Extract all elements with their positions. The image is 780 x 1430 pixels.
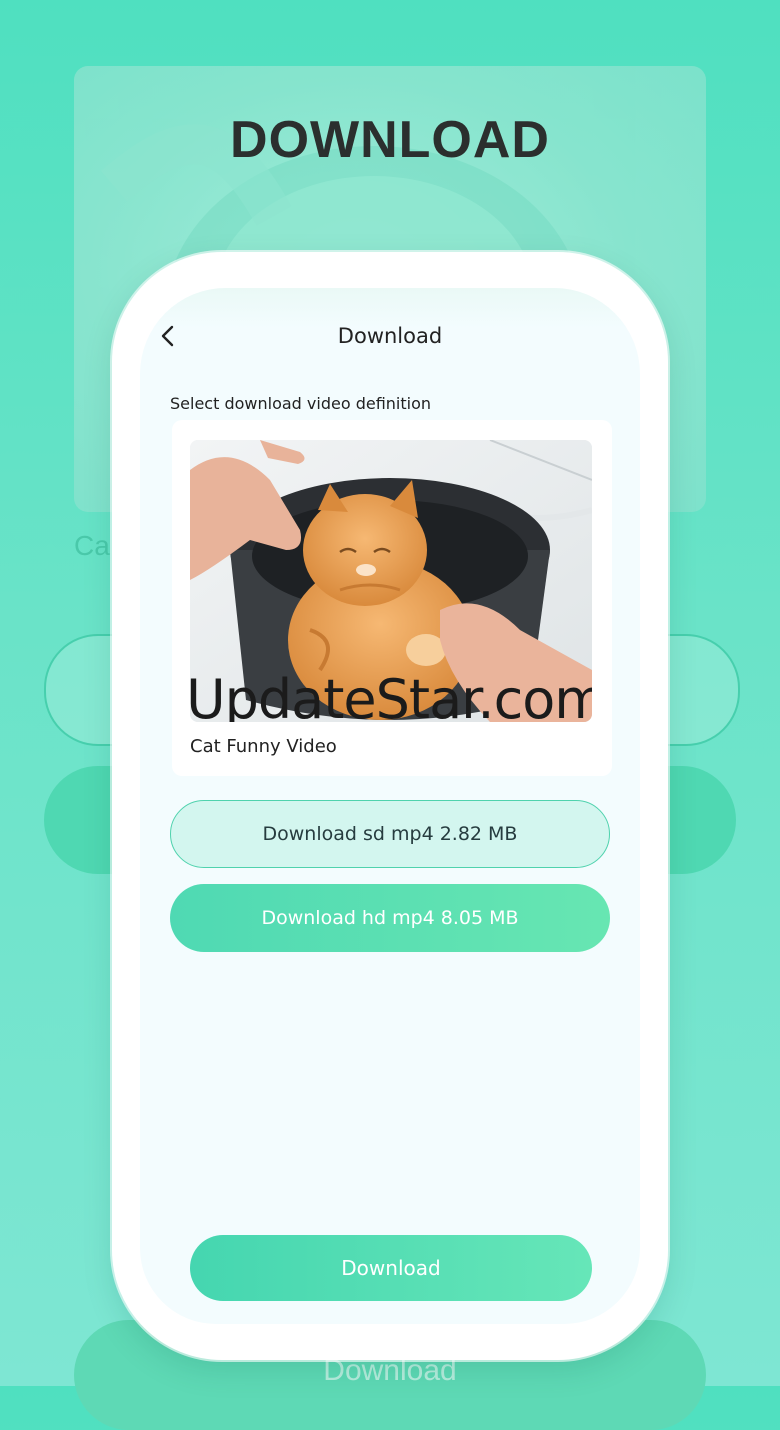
video-title: Cat Funny Video [190,736,337,757]
download-sd-option[interactable]: Download sd mp4 2.82 MB [170,800,610,868]
screen-title: Download [337,324,443,348]
page-heading: DOWNLOAD [230,111,550,169]
download-button[interactable]: Download [190,1235,592,1301]
video-thumbnail[interactable]: UpdateStar.com [190,440,592,722]
download-hd-option[interactable]: Download hd mp4 8.05 MB [170,884,610,952]
section-label: Select download video definition [170,394,431,413]
background-caption: Ca [74,530,110,561]
app-screen: Download Select download video definitio… [140,288,640,1324]
watermark-text: UpdateStar.com [190,668,592,722]
status-bar [140,288,640,328]
phone-frame: Download Select download video definitio… [112,252,668,1360]
video-card: UpdateStar.com Cat Funny Video [172,420,612,776]
